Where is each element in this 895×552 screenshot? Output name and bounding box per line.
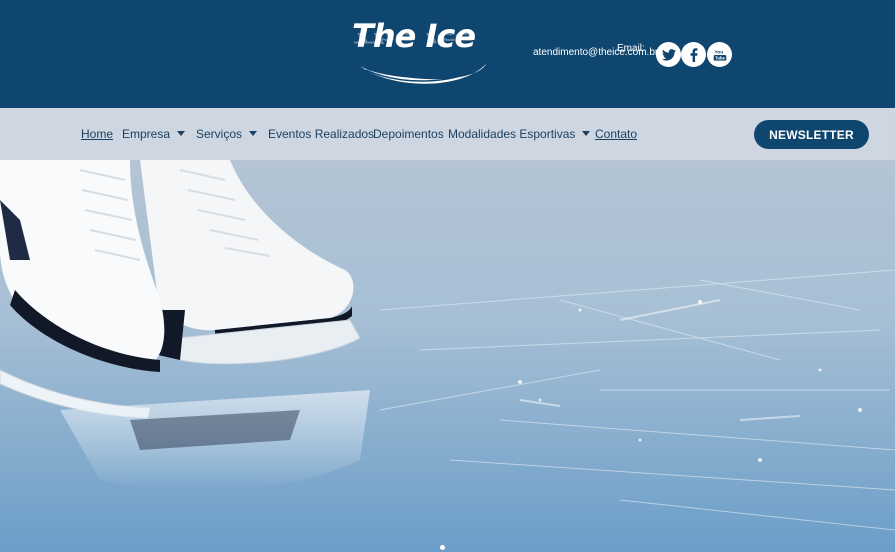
site-logo[interactable]: The Ice The Ice (352, 18, 492, 84)
email-link[interactable]: atendimento@theice.com.br (533, 47, 658, 58)
chevron-down-icon (582, 131, 591, 137)
facebook-button[interactable] (681, 42, 706, 67)
hero-illustration (0, 160, 895, 552)
twitter-icon (661, 48, 676, 61)
youtube-icon: You Tube (713, 49, 726, 61)
facebook-icon (690, 47, 697, 62)
nav-home[interactable]: Home (81, 127, 113, 141)
nav-depoimentos[interactable]: Depoimentos (373, 127, 444, 141)
chevron-down-icon (249, 131, 258, 137)
hero-image-ice-skates (0, 160, 895, 552)
logo-swoosh (360, 64, 486, 84)
nav-servicos-label: Serviços (196, 127, 243, 141)
nav-modalidades-esportivas[interactable]: Modalidades Esportivas (448, 127, 591, 141)
nav-empresa-label: Empresa (122, 127, 171, 141)
twitter-button[interactable] (656, 42, 681, 67)
newsletter-button[interactable]: NEWSLETTER (754, 120, 869, 149)
site-header: The Ice The Ice Email: atendimento@theic… (0, 0, 895, 108)
nav-contato[interactable]: Contato (595, 127, 637, 141)
svg-text:Tube: Tube (715, 55, 725, 60)
nav-empresa[interactable]: Empresa (122, 127, 186, 141)
chevron-down-icon (177, 131, 186, 137)
nav-modalidades-label: Modalidades Esportivas (448, 127, 576, 141)
slider-indicator[interactable] (440, 545, 445, 550)
youtube-button[interactable]: You Tube (707, 42, 732, 67)
nav-eventos-realizados[interactable]: Eventos Realizados (268, 127, 374, 141)
svg-text:You: You (714, 49, 723, 55)
nav-servicos[interactable]: Serviços (196, 127, 258, 141)
